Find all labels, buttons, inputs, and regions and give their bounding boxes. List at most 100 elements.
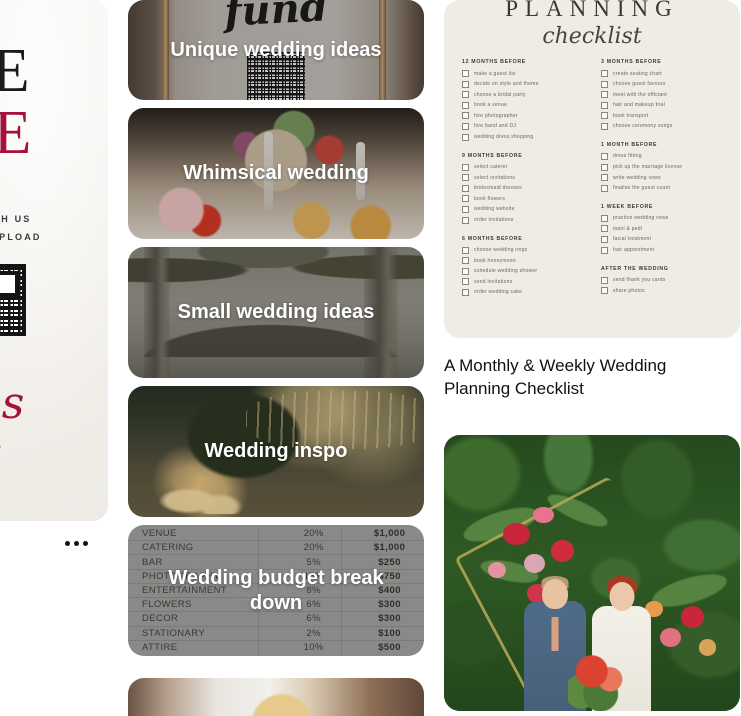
checklist-item-label: bridesmaid dresses [474,185,522,192]
board-tile-whimsical-wedding[interactable]: Whimsical wedding [128,108,424,239]
grid-column-right: PLANNING checklist 12 MONTHS BEFORE make … [444,0,740,716]
checkbox-icon [601,91,608,99]
checkbox-icon [462,122,469,130]
checklist-item-label: meet with the officiant [613,91,668,98]
checkbox-icon [601,152,608,160]
checkbox-icon [601,112,608,120]
checklist-item-label: choose guest favours [613,81,666,88]
checkbox-icon [601,70,608,77]
checklist-item-label: hire band and DJ [474,123,517,130]
checklist-columns: 12 MONTHS BEFORE make a guest list decide … [462,59,722,308]
pin-image[interactable]: PLANNING checklist 12 MONTHS BEFORE make … [444,0,740,338]
checkbox-icon [462,112,469,120]
more-options-icon[interactable] [58,529,94,557]
checklist-item-label: make a guest list [474,70,516,77]
tile-label: Unique wedding ideas [170,38,382,61]
checkbox-icon [601,276,608,284]
checkbox-icon [462,205,469,213]
checkbox-icon [601,184,608,192]
pin-card-tropical-wedding-photo[interactable] [444,434,740,711]
checklist-item-label: book transport [613,112,649,119]
checklist-item-label: schedule wedding shower [474,268,538,275]
pin-image[interactable] [444,434,740,711]
invite-sub-line2: NE AND UPLOAD [0,232,42,242]
checklist-item-label: mani & pedi [613,225,643,232]
checkbox-icon [601,80,608,88]
board-tile-bottom-cropped[interactable] [128,678,424,716]
checklist-group-heading: 1 WEEK BEFORE [601,203,654,210]
tile-label: Wedding budget break down [168,566,384,614]
checklist-script-heading: checklist [542,24,642,49]
checklist-item: share photos [601,287,722,295]
checklist-item-label: book honeymoon [474,257,516,264]
checklist-group: 6 MONTHS BEFORE choose wedding rings book … [462,236,583,296]
tile-label: Small wedding ideas [177,301,375,323]
checklist-item: wedding website [462,205,583,213]
checklist-item-label: book flowers [474,195,506,202]
checklist-item: choose guest favours [601,80,722,88]
pin-image[interactable]: RE VE TOS WITH US NE AND UPLOAD ths 024 [0,0,108,521]
pin-title: A Monthly & Weekly Wedding Planning Chec… [444,356,667,399]
checkbox-icon [601,163,608,171]
board-tile-wedding-budget-break-down[interactable]: VENUE 20% $1,000 CATERING 20% $1,000 BAR 5% $250… [128,525,424,656]
checkbox-icon [462,267,469,275]
checklist-group: 3 MONTHS BEFORE create seating chart choos… [601,59,722,130]
checkbox-icon [601,214,608,222]
checklist-item: order invitations [462,216,583,224]
grid-column-left: RE VE TOS WITH US NE AND UPLOAD ths 024 … [0,0,108,618]
flower [532,506,554,524]
checklist-item: order wedding cake [462,288,583,296]
checklist-item-label: decide on style and theme [474,81,539,88]
checkbox-icon [601,287,608,295]
checkbox-icon [601,235,608,243]
checklist-item-label: choose wedding rings [474,247,528,254]
checklist-item-label: dress fitting [613,153,642,160]
checklist-item: book honeymoon [462,257,583,265]
bouquet [568,650,637,711]
checklist-item-label: practice wedding vows [613,215,669,222]
checkbox-icon [601,174,608,182]
invite-date-text: 024 [0,440,108,452]
checklist-item-label: pick up the marriage license [613,164,683,171]
groom-head [541,578,568,609]
pin-card-planning-checklist[interactable]: PLANNING checklist 12 MONTHS BEFORE make … [444,0,740,401]
checkbox-icon [462,288,469,296]
checkbox-icon [462,257,469,265]
checkbox-icon [462,101,469,109]
invite-script-text: ths [0,378,25,429]
checklist-item: practice wedding vows [601,214,722,222]
checklist-item-label: choose a bridal party [474,91,526,98]
checklist-group: AFTER THE WEDDING send thank you cards sha… [601,266,722,295]
checklist-item: decide on style and theme [462,80,583,88]
checkbox-icon [601,101,608,109]
checklist-group: 1 MONTH BEFORE dress fitting pick up the m… [601,142,722,192]
pin-card-qr-sign[interactable]: RE VE TOS WITH US NE AND UPLOAD ths 024 … [0,0,108,610]
checklist-group-heading: 9 MONTHS BEFORE [462,152,523,159]
checkbox-icon [601,246,608,254]
board-tile-unique-wedding-ideas[interactable]: fund Unique wedding ideas [128,0,424,100]
checkbox-icon [462,184,469,192]
invite-sub-line1: TOS WITH US [0,214,32,224]
checklist-item: select invitations [462,174,583,182]
invite-headline-line2: VE [0,99,36,167]
checklist-item: wedding dress shopping [462,133,583,141]
checklist-item: choose wedding rings [462,246,583,254]
checklist-item: choose a bridal party [462,91,583,99]
checklist-item: choose ceremony songs [601,122,722,130]
checklist-item: book a venue [462,101,583,109]
qr-code-icon [0,264,26,336]
checkbox-icon [462,133,469,141]
checklist-item: select caterer [462,163,583,171]
checklist-group-heading: 3 MONTHS BEFORE [601,59,662,65]
checklist-item: hire photographer [462,112,583,120]
board-tile-wedding-inspo[interactable]: Wedding inspo [128,386,424,517]
checklist-item: book flowers [462,195,583,203]
checkbox-icon [601,122,608,130]
checklist-artwork: PLANNING checklist 12 MONTHS BEFORE make … [444,0,740,338]
dot [73,540,79,546]
checklist-item: hire band and DJ [462,122,583,130]
dot [64,540,70,546]
checklist-item-label: write wedding vows [613,174,661,181]
board-tile-small-wedding-ideas[interactable]: Small wedding ideas [128,247,424,378]
checklist-item: book transport [601,112,722,120]
